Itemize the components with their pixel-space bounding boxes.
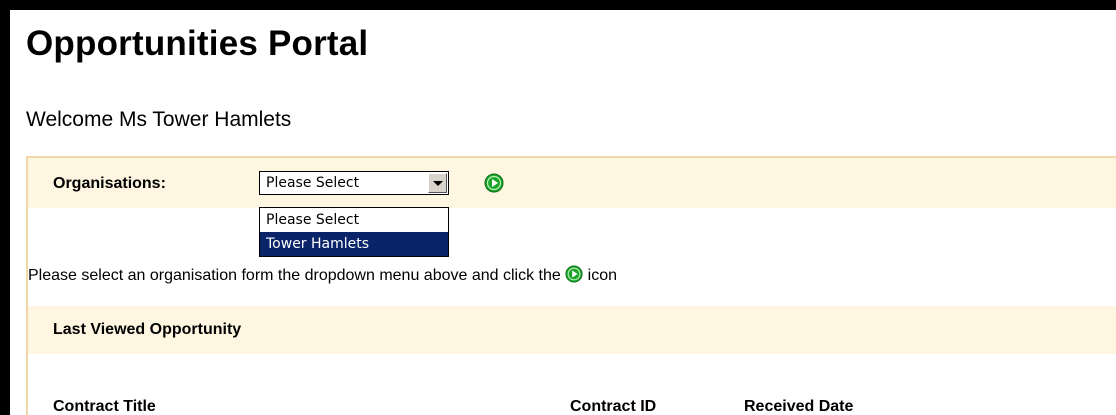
column-header-received-date: Received Date bbox=[744, 398, 854, 415]
organisations-select[interactable]: Please Select bbox=[259, 171, 449, 195]
page-frame: Opportunities Portal Welcome Ms Tower Ha… bbox=[10, 10, 1116, 415]
instruction-text-end: icon bbox=[583, 267, 618, 284]
instruction-text: Please select an organisation form the d… bbox=[28, 265, 617, 285]
dropdown-option[interactable]: Please Select bbox=[260, 208, 448, 232]
last-viewed-title: Last Viewed Opportunity bbox=[53, 321, 242, 338]
page-title: Opportunities Portal bbox=[26, 24, 369, 63]
chevron-down-icon[interactable] bbox=[428, 173, 447, 193]
welcome-message: Welcome Ms Tower Hamlets bbox=[26, 108, 292, 131]
organisations-dropdown-list: Please Select Tower Hamlets bbox=[259, 207, 449, 257]
go-icon[interactable] bbox=[484, 173, 504, 193]
last-viewed-bar: Last Viewed Opportunity bbox=[28, 306, 1116, 354]
dropdown-option-highlighted[interactable]: Tower Hamlets bbox=[260, 232, 448, 256]
main-panel: Organisations: Please Select Please Sele… bbox=[26, 156, 1116, 415]
instruction-text-start: Please select an organisation form the d… bbox=[28, 267, 566, 284]
go-icon-inline bbox=[565, 265, 583, 283]
organisations-bar: Organisations: Please Select bbox=[28, 158, 1116, 208]
column-header-contract-id: Contract ID bbox=[570, 398, 657, 415]
column-header-contract-title: Contract Title bbox=[53, 398, 156, 415]
organisations-select-value: Please Select bbox=[266, 175, 360, 191]
organisations-label: Organisations: bbox=[53, 175, 166, 192]
